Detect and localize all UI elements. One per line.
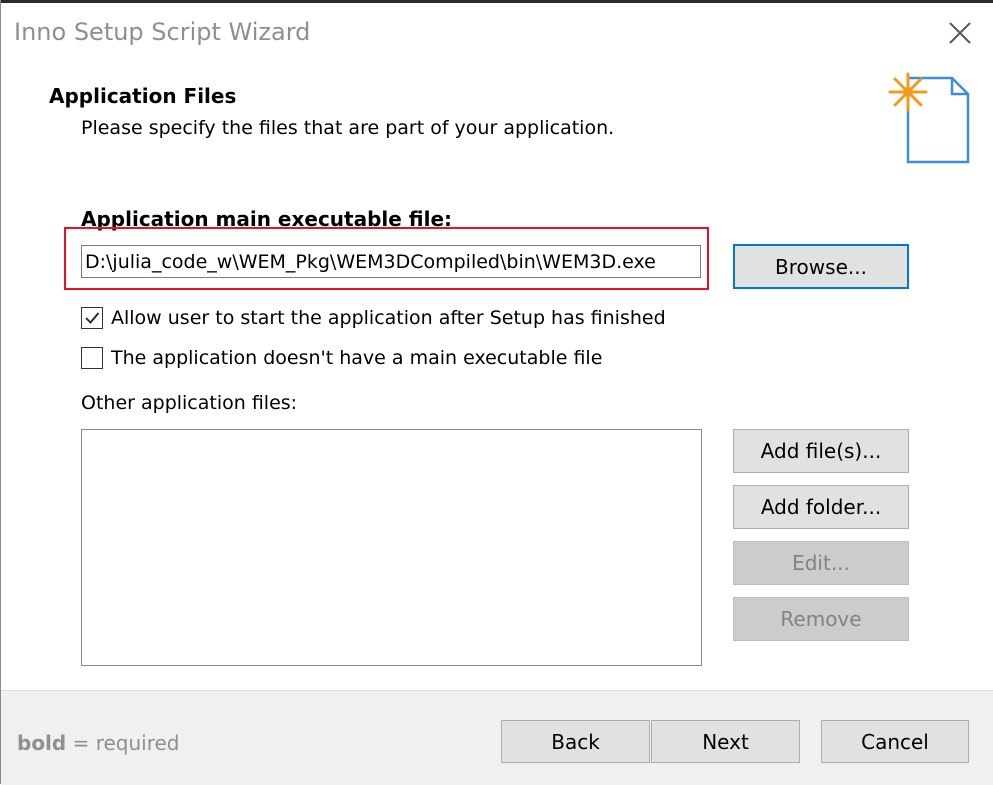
allow-start-label: Allow user to start the application afte… [111, 307, 666, 329]
back-button[interactable]: Back [501, 720, 650, 763]
remove-button[interactable]: Remove [733, 597, 909, 641]
add-files-button[interactable]: Add file(s)... [733, 429, 909, 473]
required-legend-bold: bold [17, 731, 67, 755]
window-top-border [0, 0, 993, 3]
cancel-button[interactable]: Cancel [821, 720, 969, 763]
page-subtitle: Please specify the files that are part o… [81, 117, 615, 139]
next-button[interactable]: Next [651, 720, 800, 763]
close-icon[interactable] [946, 19, 974, 47]
allow-start-checkbox[interactable] [81, 307, 103, 329]
new-file-icon [884, 68, 972, 166]
page-title: Application Files [49, 84, 237, 108]
no-exe-label: The application doesn't have a main exec… [111, 347, 603, 369]
other-files-label: Other application files: [81, 392, 298, 414]
checkmark-icon [85, 312, 100, 324]
window-left-border [0, 0, 1, 784]
add-folder-button[interactable]: Add folder... [733, 485, 909, 529]
required-legend: bold = required [17, 731, 180, 755]
edit-button[interactable]: Edit... [733, 541, 909, 585]
required-legend-text: = required [66, 731, 180, 755]
window-title: Inno Setup Script Wizard [14, 18, 311, 46]
main-exe-input[interactable] [81, 245, 701, 278]
other-files-list[interactable] [81, 429, 702, 666]
allow-start-checkbox-row[interactable]: Allow user to start the application afte… [81, 307, 666, 329]
no-exe-checkbox-row[interactable]: The application doesn't have a main exec… [81, 347, 602, 369]
no-exe-checkbox[interactable] [81, 347, 103, 369]
browse-button[interactable]: Browse... [733, 244, 909, 289]
